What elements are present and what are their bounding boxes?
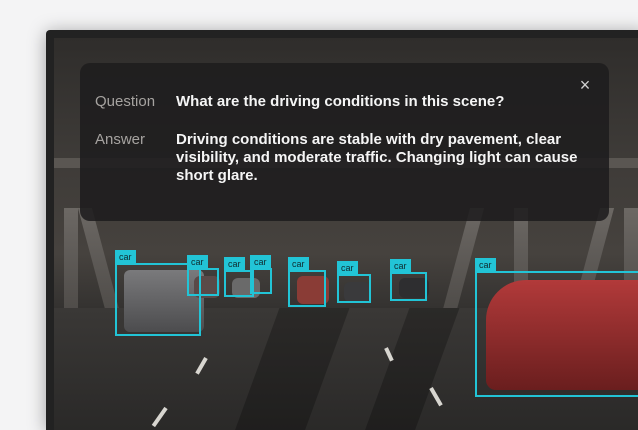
detection-box[interactable]: car	[475, 258, 638, 397]
detection-label: car	[224, 257, 245, 271]
detection-box[interactable]: car	[288, 257, 326, 307]
detection-box[interactable]: car	[187, 255, 219, 296]
detection-label: car	[115, 250, 136, 264]
answer-text: Driving conditions are stable with dry p…	[176, 131, 578, 184]
detection-label: car	[475, 258, 496, 272]
lane-marking	[195, 357, 208, 375]
question-label: Question	[95, 93, 156, 110]
question-text: What are the driving conditions in this …	[176, 93, 505, 110]
detection-label: car	[390, 259, 411, 273]
detection-label: car	[288, 257, 309, 271]
lane-marking	[429, 387, 443, 407]
close-icon[interactable]: ×	[577, 76, 593, 94]
detection-box[interactable]: car	[250, 255, 272, 294]
detection-label: car	[250, 255, 271, 269]
detection-box[interactable]: car	[337, 261, 371, 303]
qa-panel: × Question What are the driving conditio…	[80, 63, 609, 221]
road-shadow	[228, 308, 350, 430]
answer-row: Answer Driving conditions are stable wit…	[95, 131, 593, 185]
road-shadow	[358, 308, 460, 430]
detection-label: car	[337, 261, 358, 275]
detection-label: car	[187, 255, 208, 269]
question-row: Question What are the driving conditions…	[95, 93, 593, 111]
answer-label: Answer	[95, 131, 146, 148]
detection-box[interactable]: car	[390, 259, 427, 301]
lane-marking	[151, 406, 168, 428]
